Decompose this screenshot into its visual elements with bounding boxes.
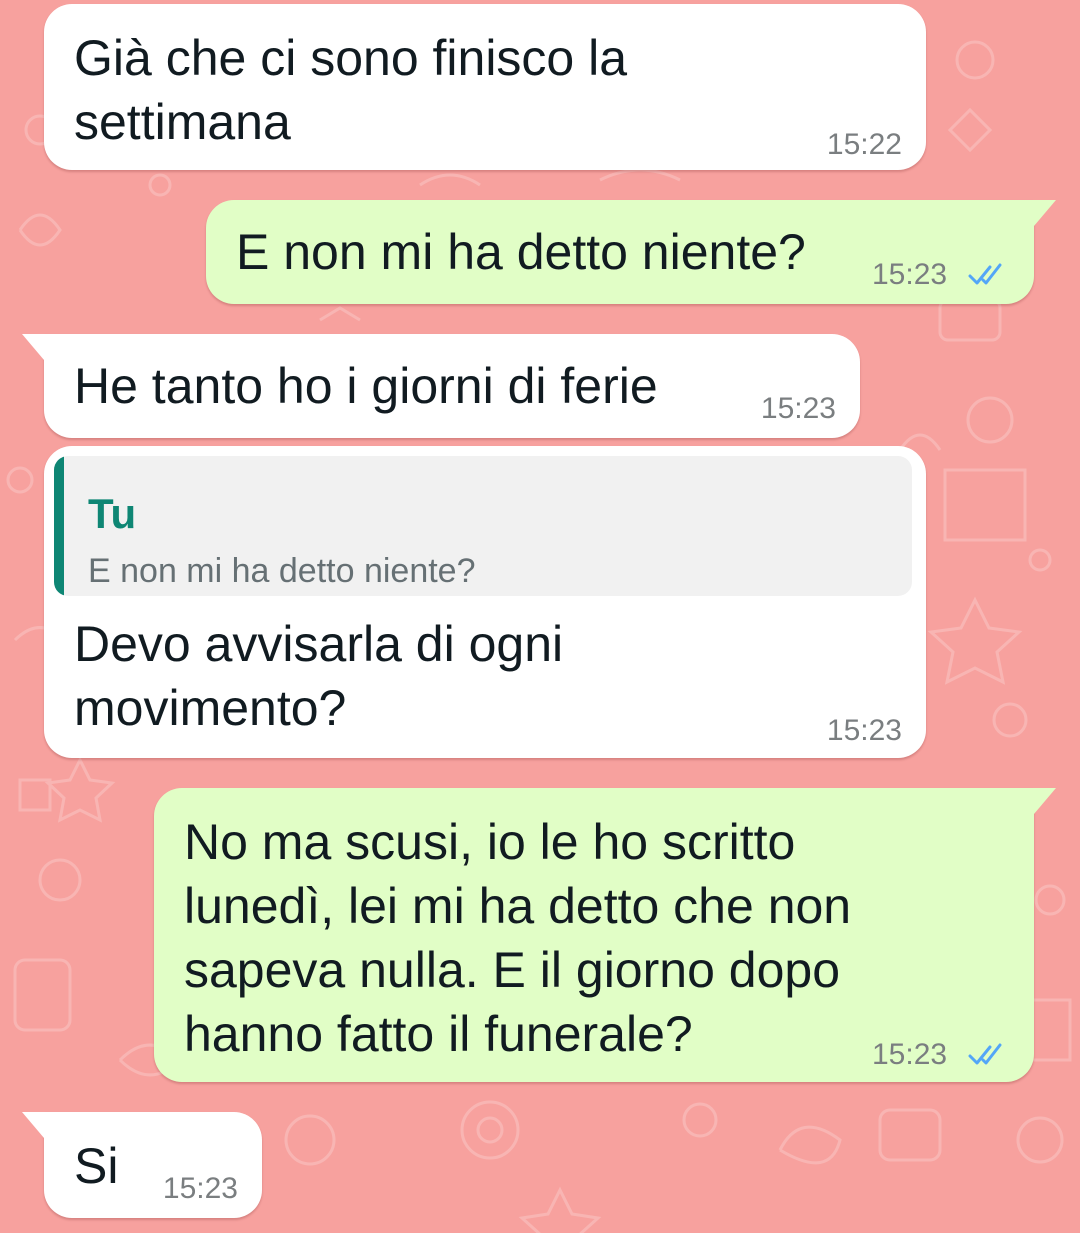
message-text: Devo avvisarla di ogni movimento? <box>74 616 564 736</box>
message-timestamp: 15:23 <box>162 1172 238 1205</box>
double-check-icon <box>968 263 1002 285</box>
message-outgoing[interactable]: E non mi ha detto niente? 15:23 <box>206 200 1056 304</box>
message-incoming[interactable]: Già che ci sono finisco la settimana 15:… <box>44 4 926 170</box>
message-timestamp: 15:23 <box>872 258 948 291</box>
quoted-message[interactable]: Tu E non mi ha detto niente? <box>54 456 912 596</box>
message-text: No ma scusi, io le ho scritto lunedì, le… <box>184 814 852 1062</box>
quote-accent-bar <box>54 456 64 596</box>
message-text: Già che ci sono finisco la settimana <box>74 30 628 150</box>
message-incoming[interactable]: Si 15:23 <box>22 1112 262 1218</box>
message-text: E non mi ha detto niente? <box>236 224 806 280</box>
message-outgoing[interactable]: No ma scusi, io le ho scritto lunedì, le… <box>154 788 1056 1082</box>
message-text: He tanto ho i giorni di ferie <box>74 358 658 414</box>
message-incoming-reply[interactable]: Tu E non mi ha detto niente? Devo avvisa… <box>44 446 926 758</box>
message-timestamp: 15:23 <box>872 1038 948 1071</box>
message-timestamp: 15:23 <box>760 392 836 425</box>
message-timestamp: 15:22 <box>826 128 902 161</box>
quoted-author: Tu <box>88 490 137 537</box>
message-incoming[interactable]: He tanto ho i giorni di ferie 15:23 <box>22 334 860 438</box>
double-check-icon <box>968 1043 1002 1065</box>
quoted-text: E non mi ha detto niente? <box>88 552 476 590</box>
message-timestamp: 15:23 <box>826 714 902 747</box>
message-text: Si <box>74 1138 119 1194</box>
